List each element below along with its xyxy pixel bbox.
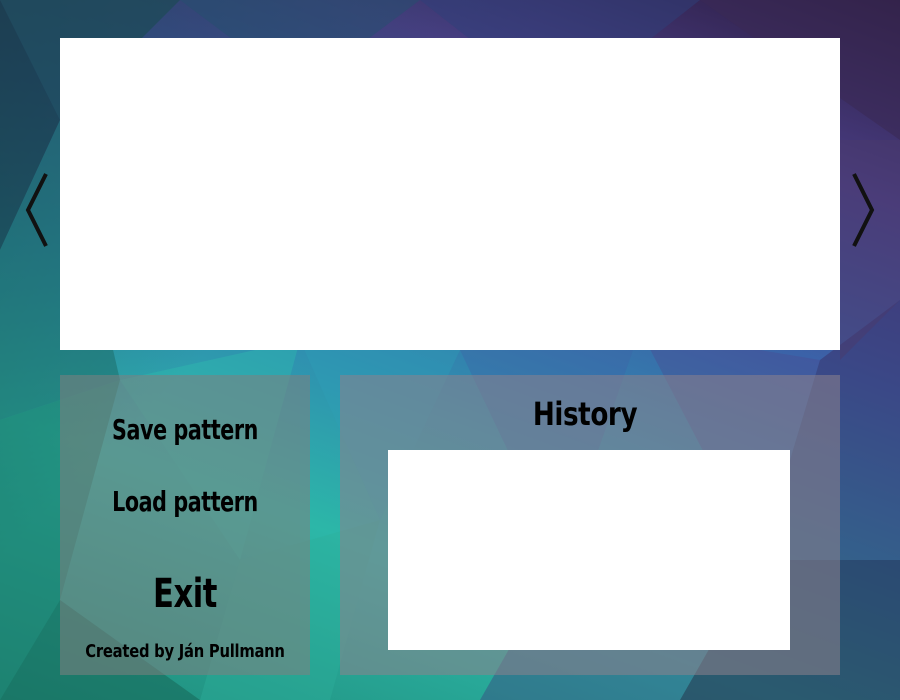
- history-title: History: [532, 395, 638, 433]
- history-panel: History: [340, 375, 840, 675]
- load-pattern-button[interactable]: Load pattern: [83, 485, 288, 518]
- chevron-right-icon: [852, 173, 875, 247]
- credit-text: Created by Ján Pullmann: [85, 641, 285, 662]
- save-pattern-button[interactable]: Save pattern: [83, 413, 288, 446]
- exit-button[interactable]: Exit: [79, 571, 292, 617]
- chevron-left-icon: [25, 173, 48, 247]
- pattern-canvas[interactable]: [60, 38, 840, 350]
- history-list[interactable]: [388, 450, 790, 650]
- next-arrow-button[interactable]: [848, 172, 880, 248]
- previous-arrow-button[interactable]: [20, 172, 52, 248]
- menu-panel: Save pattern Load pattern Exit Created b…: [60, 375, 310, 675]
